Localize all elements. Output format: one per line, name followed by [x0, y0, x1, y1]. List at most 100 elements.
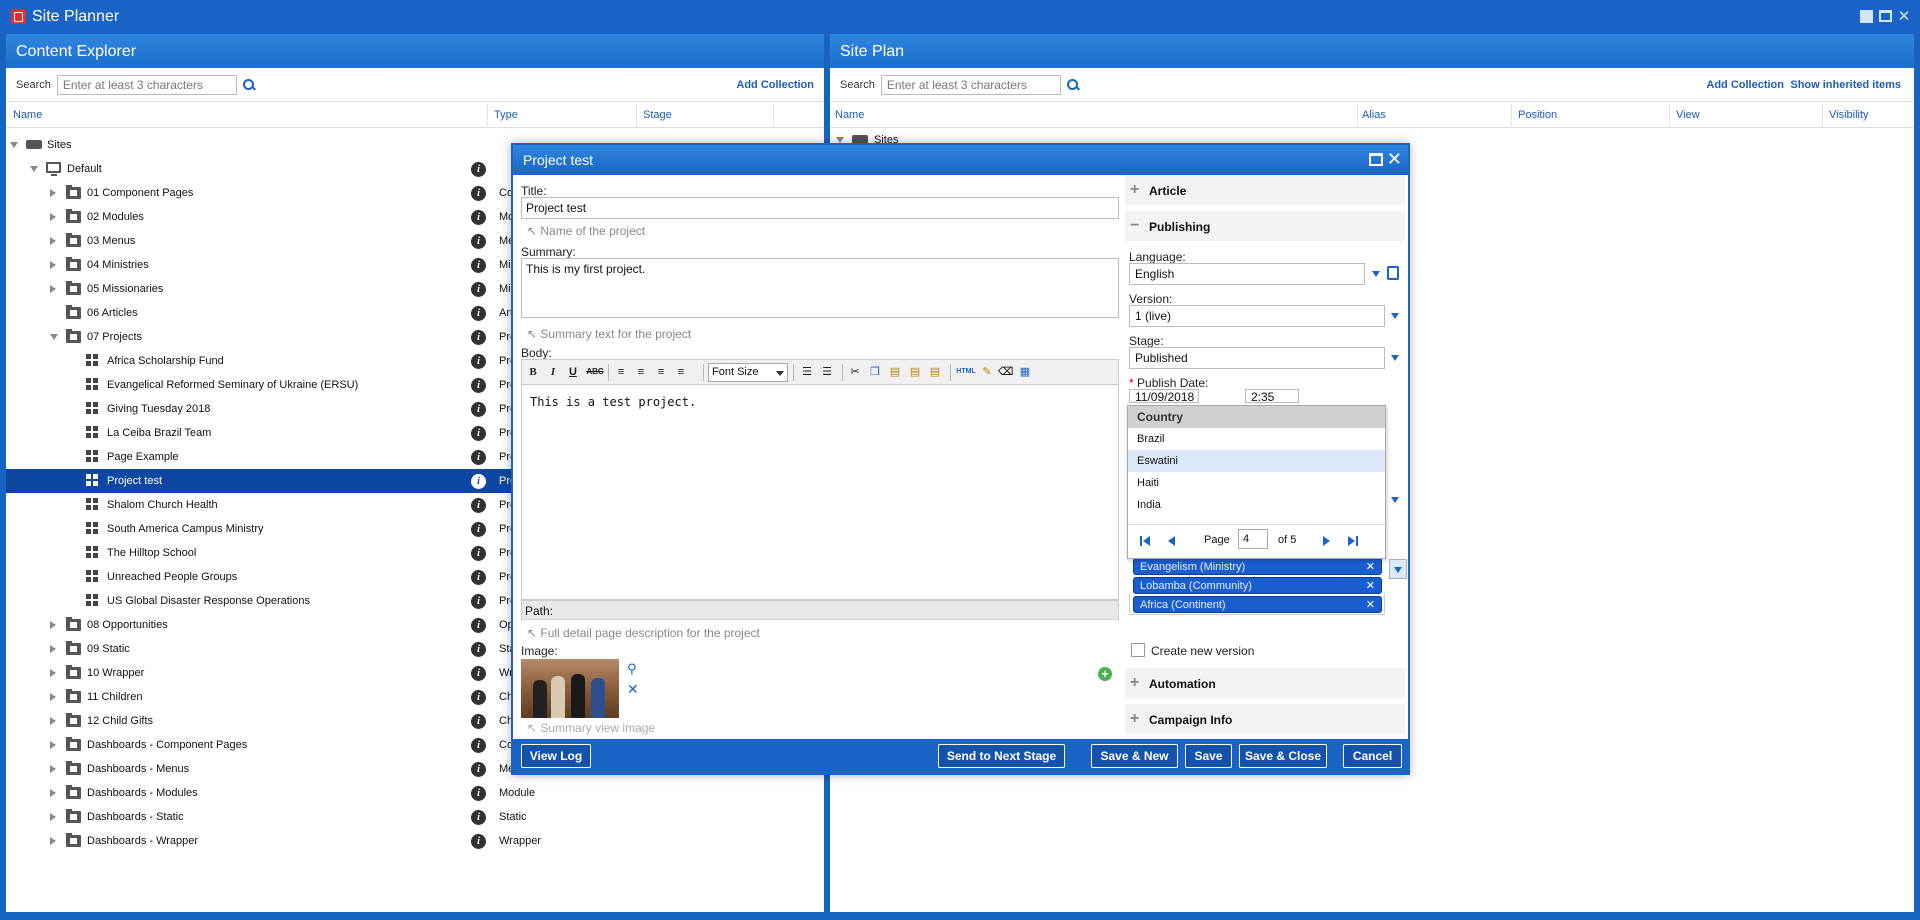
- align-center-icon[interactable]: ≡: [634, 365, 648, 379]
- tag-dropdown-button[interactable]: [1389, 559, 1407, 579]
- info-icon[interactable]: i: [471, 690, 486, 705]
- title-input[interactable]: Project test: [521, 197, 1119, 219]
- prev-page-icon[interactable]: [1168, 536, 1175, 546]
- expand-arrow-icon[interactable]: [50, 837, 56, 845]
- bold-icon[interactable]: B: [526, 365, 540, 379]
- info-icon[interactable]: i: [471, 810, 486, 825]
- expand-arrow-icon[interactable]: [50, 645, 56, 653]
- align-right-icon[interactable]: ≡: [654, 365, 668, 379]
- info-icon[interactable]: i: [471, 354, 486, 369]
- create-version-checkbox[interactable]: [1131, 643, 1145, 657]
- column-name[interactable]: Name: [835, 109, 864, 121]
- chevron-down-icon[interactable]: [1391, 497, 1399, 503]
- country-option[interactable]: Haiti: [1128, 472, 1385, 494]
- info-icon[interactable]: i: [471, 210, 486, 225]
- info-icon[interactable]: i: [471, 474, 486, 489]
- add-collection-button[interactable]: Add Collection: [736, 79, 814, 91]
- show-inherited-button[interactable]: Show inherited items: [1790, 79, 1901, 91]
- save-close-button[interactable]: Save & Close: [1239, 744, 1327, 768]
- search-input[interactable]: [880, 74, 1061, 95]
- summary-textarea[interactable]: This is my first project.: [521, 258, 1119, 318]
- tree-row[interactable]: Dashboards - Static i Static: [6, 805, 824, 829]
- close-icon[interactable]: ✕: [1896, 8, 1912, 25]
- last-page-icon[interactable]: [1348, 536, 1355, 546]
- search-icon[interactable]: [242, 78, 255, 91]
- info-icon[interactable]: i: [471, 306, 486, 321]
- tree-row[interactable]: Dashboards - Modules i Module: [6, 781, 824, 805]
- info-icon[interactable]: i: [471, 762, 486, 777]
- next-page-icon[interactable]: [1323, 536, 1330, 546]
- info-icon[interactable]: i: [471, 258, 486, 273]
- info-icon[interactable]: i: [471, 426, 486, 441]
- info-icon[interactable]: i: [471, 378, 486, 393]
- info-icon[interactable]: i: [471, 642, 486, 657]
- column-type[interactable]: Type: [494, 109, 518, 121]
- eraser-icon[interactable]: ⌫: [998, 365, 1014, 379]
- info-icon[interactable]: i: [471, 282, 486, 297]
- section-campaign-info[interactable]: + Campaign Info: [1125, 704, 1405, 734]
- publish-time-input[interactable]: 2:35 PM: [1245, 389, 1299, 403]
- chevron-down-icon[interactable]: [1391, 313, 1399, 319]
- expand-arrow-icon[interactable]: [50, 813, 56, 821]
- expand-arrow-icon[interactable]: [50, 741, 56, 749]
- project-image[interactable]: [521, 659, 619, 718]
- section-article[interactable]: + Article: [1125, 175, 1405, 205]
- clean-icon[interactable]: ✎: [980, 365, 994, 379]
- remove-image-icon[interactable]: ✕: [627, 681, 639, 698]
- search-input[interactable]: [56, 74, 237, 95]
- align-left-icon[interactable]: ≡: [614, 365, 628, 379]
- info-icon[interactable]: i: [471, 738, 486, 753]
- paste-word-icon[interactable]: ▤: [928, 365, 942, 379]
- info-icon[interactable]: i: [471, 546, 486, 561]
- expand-arrow-icon[interactable]: [50, 789, 56, 797]
- copy-icon[interactable]: ❐: [868, 365, 882, 379]
- expand-arrow-icon[interactable]: [50, 189, 56, 197]
- remove-tag-icon[interactable]: ✕: [1366, 560, 1375, 573]
- add-icon[interactable]: +: [1098, 667, 1112, 681]
- restore-icon[interactable]: [1877, 8, 1893, 24]
- info-icon[interactable]: i: [471, 570, 486, 585]
- expand-arrow-icon[interactable]: [50, 213, 56, 221]
- expand-arrow-icon[interactable]: [50, 717, 56, 725]
- info-icon[interactable]: i: [471, 594, 486, 609]
- strikethrough-icon[interactable]: ABC: [586, 365, 604, 379]
- expand-arrow-icon[interactable]: [50, 285, 56, 293]
- publish-date-input[interactable]: 11/09/2018: [1129, 389, 1199, 403]
- collapse-arrow-icon[interactable]: [30, 166, 38, 172]
- bullet-list-icon[interactable]: ☰: [800, 365, 814, 379]
- paste-text-icon[interactable]: ▤: [908, 365, 922, 379]
- first-page-icon[interactable]: [1140, 536, 1142, 546]
- info-icon[interactable]: i: [471, 186, 486, 201]
- stage-select[interactable]: Published: [1129, 347, 1385, 369]
- section-publishing[interactable]: − Publishing: [1125, 211, 1405, 241]
- remove-tag-icon[interactable]: ✕: [1366, 598, 1375, 611]
- chevron-down-icon[interactable]: [1391, 355, 1399, 361]
- table-icon[interactable]: ▦: [1018, 365, 1032, 379]
- numbered-list-icon[interactable]: ☰: [820, 365, 834, 379]
- save-new-button[interactable]: Save & New: [1091, 744, 1178, 768]
- info-icon[interactable]: i: [471, 498, 486, 513]
- info-icon[interactable]: i: [471, 234, 486, 249]
- view-log-button[interactable]: View Log: [521, 744, 591, 768]
- cut-icon[interactable]: ✂: [848, 365, 862, 379]
- body-editor[interactable]: This is a test project.: [521, 385, 1119, 600]
- info-icon[interactable]: i: [471, 714, 486, 729]
- send-next-stage-button[interactable]: Send to Next Stage: [938, 744, 1065, 768]
- column-stage[interactable]: Stage: [643, 109, 672, 121]
- add-collection-button[interactable]: Add Collection: [1706, 79, 1784, 91]
- collapse-arrow-icon[interactable]: [50, 334, 58, 340]
- info-icon[interactable]: i: [471, 330, 486, 345]
- section-automation[interactable]: + Automation: [1125, 668, 1405, 698]
- justify-icon[interactable]: ≡: [674, 365, 688, 379]
- column-alias[interactable]: Alias: [1362, 109, 1386, 121]
- tree-row[interactable]: Dashboards - Wrapper i Wrapper: [6, 829, 824, 853]
- minimize-icon[interactable]: [1858, 8, 1874, 24]
- page-input[interactable]: 4: [1238, 529, 1268, 549]
- search-image-icon[interactable]: ⚲: [627, 661, 637, 677]
- html-icon[interactable]: HTML: [956, 365, 976, 379]
- chevron-down-icon[interactable]: [1372, 271, 1380, 277]
- version-select[interactable]: 1 (live): [1129, 305, 1385, 327]
- language-select[interactable]: English: [1129, 263, 1365, 285]
- country-option[interactable]: Eswatini: [1128, 450, 1385, 472]
- italic-icon[interactable]: I: [546, 365, 560, 379]
